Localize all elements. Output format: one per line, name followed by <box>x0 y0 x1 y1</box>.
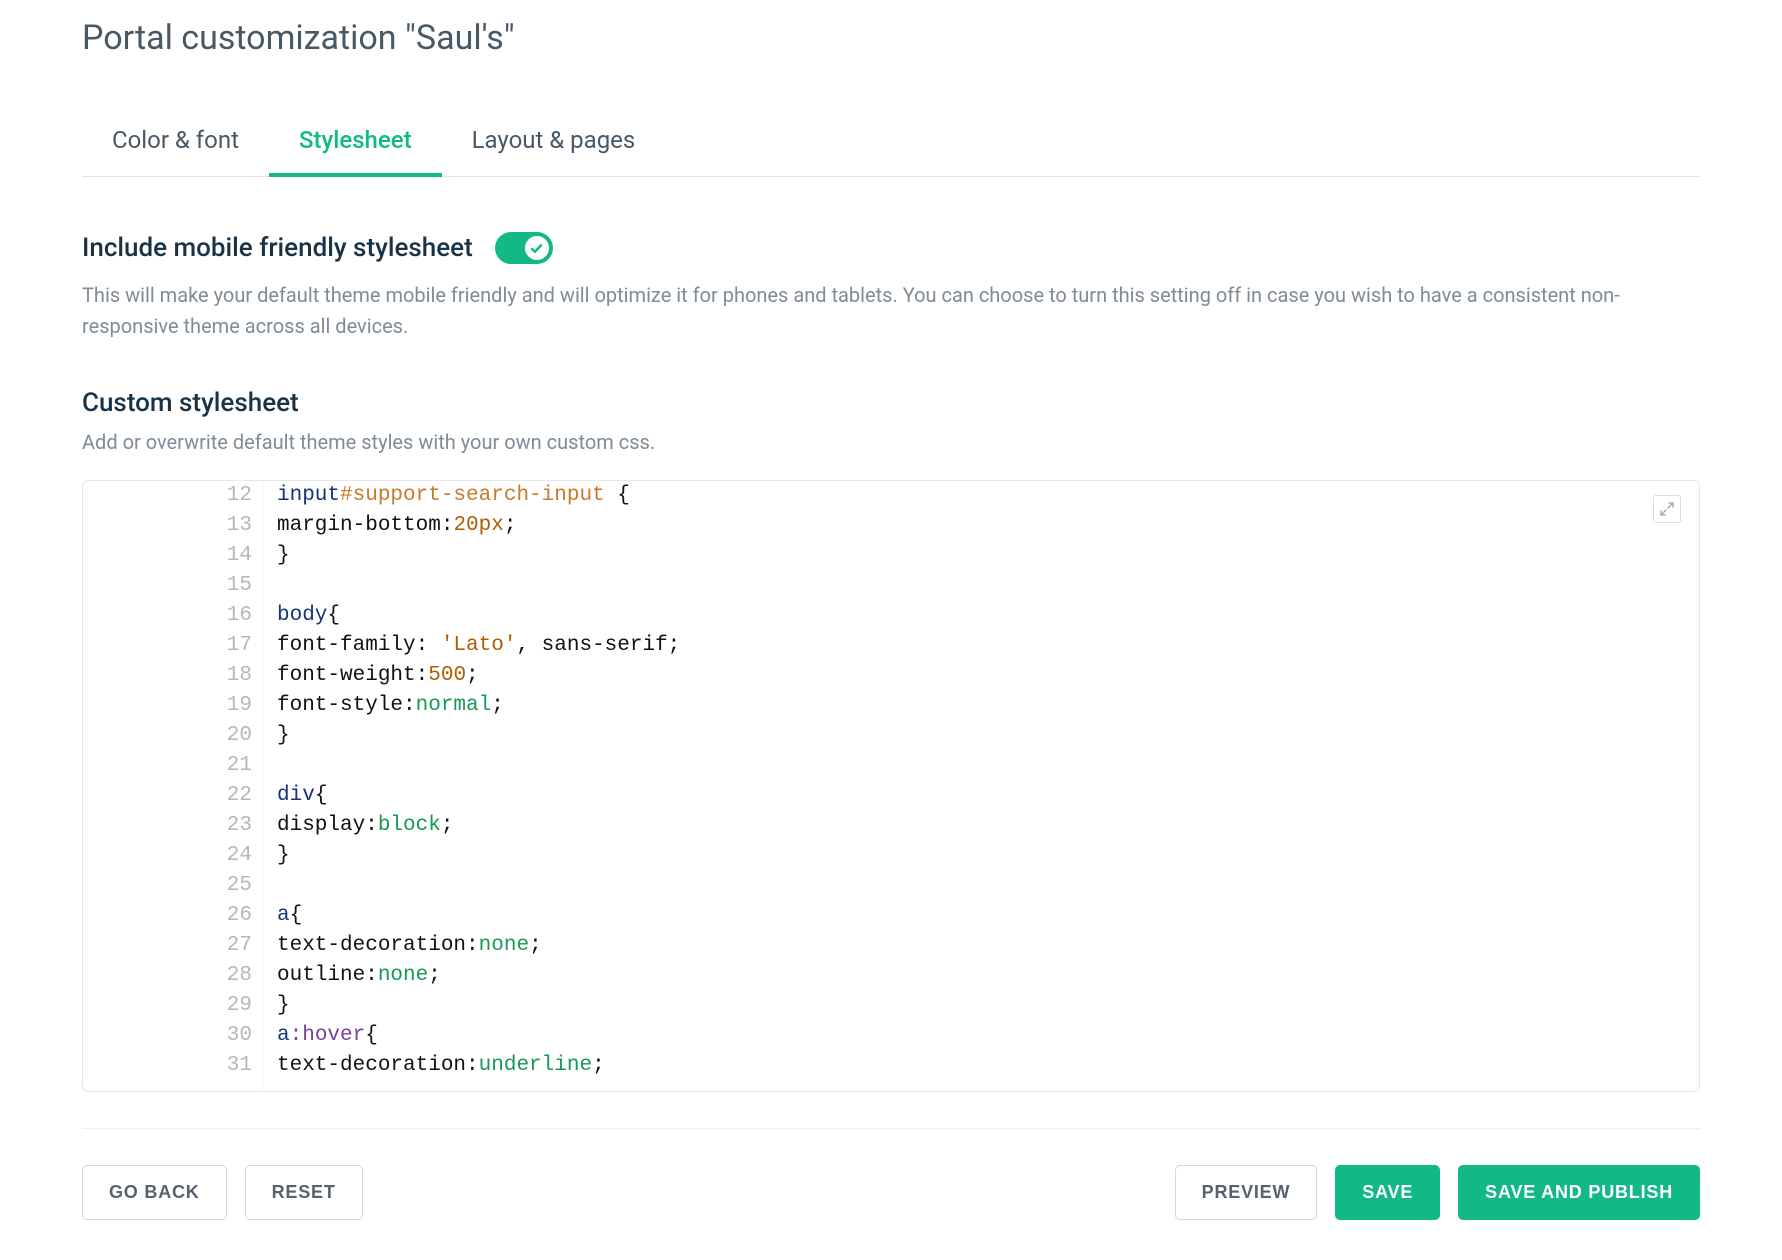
tab-color-font[interactable]: Color & font <box>82 108 269 176</box>
custom-stylesheet-title: Custom stylesheet <box>82 388 1700 418</box>
mobile-stylesheet-description: This will make your default theme mobile… <box>82 280 1700 342</box>
save-button[interactable]: SAVE <box>1335 1165 1440 1220</box>
mobile-stylesheet-toggle[interactable] <box>495 232 553 264</box>
tab-bar: Color & font Stylesheet Layout & pages <box>82 108 1700 177</box>
code-content[interactable]: input#support-search-input {margin-botto… <box>263 481 1699 1091</box>
tab-layout-pages[interactable]: Layout & pages <box>442 108 666 176</box>
save-and-publish-button[interactable]: SAVE AND PUBLISH <box>1458 1165 1700 1220</box>
css-editor[interactable]: 1213141516171819202122232425262728293031… <box>82 480 1700 1092</box>
check-icon <box>525 236 549 260</box>
custom-stylesheet-description: Add or overwrite default theme styles wi… <box>82 430 1700 454</box>
page-title: Portal customization "Saul's" <box>82 0 1700 68</box>
footer-actions: GO BACK RESET PREVIEW SAVE SAVE AND PUBL… <box>82 1128 1700 1220</box>
expand-icon[interactable] <box>1653 495 1681 523</box>
preview-button[interactable]: PREVIEW <box>1175 1165 1318 1220</box>
tab-stylesheet[interactable]: Stylesheet <box>269 108 442 176</box>
reset-button[interactable]: RESET <box>245 1165 363 1220</box>
mobile-stylesheet-title: Include mobile friendly stylesheet <box>82 233 473 263</box>
line-number-gutter: 1213141516171819202122232425262728293031 <box>83 481 263 1091</box>
go-back-button[interactable]: GO BACK <box>82 1165 227 1220</box>
